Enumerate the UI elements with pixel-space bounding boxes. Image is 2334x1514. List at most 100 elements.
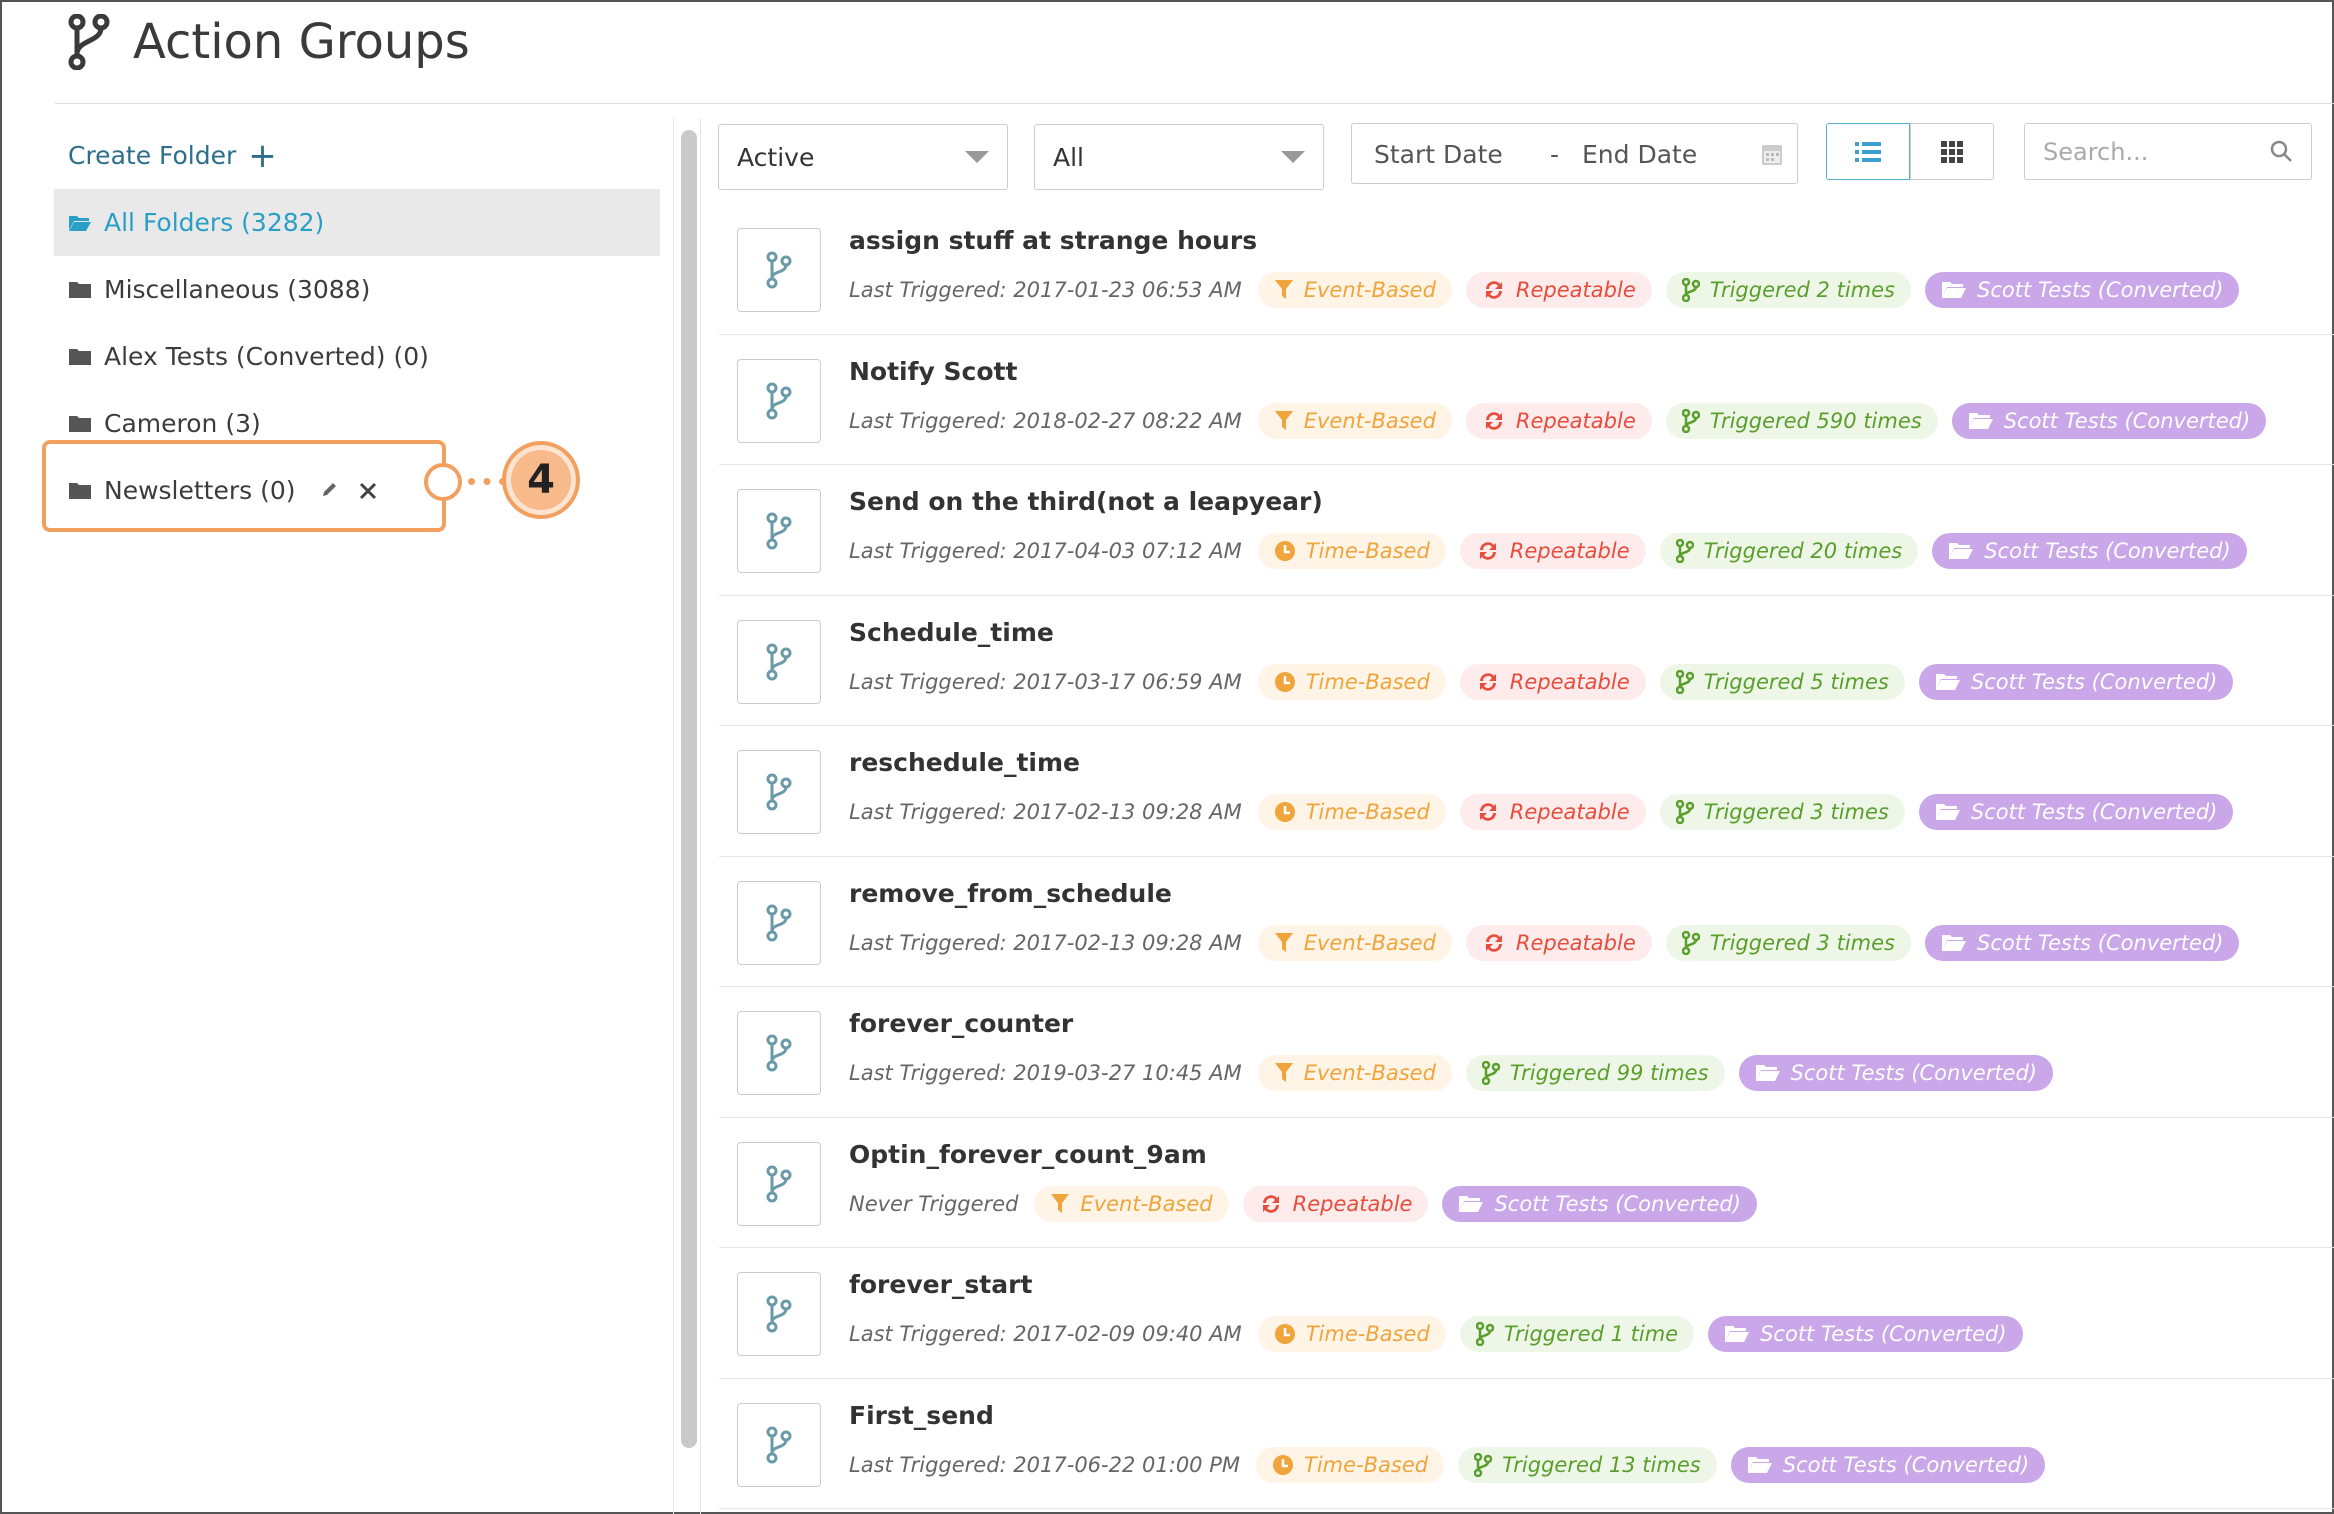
action-group-row[interactable]: assign stuff at strange hours Last Trigg… bbox=[719, 204, 2334, 335]
action-group-meta: Never Triggered Event-Based Repeatable Scot… bbox=[849, 1185, 1757, 1222]
repeat-icon bbox=[1476, 540, 1500, 562]
start-date-field[interactable]: Start Date bbox=[1374, 140, 1503, 169]
type-select[interactable]: All bbox=[1034, 124, 1324, 190]
action-group-row[interactable]: reschedule_time Last Triggered: 2017-02-… bbox=[719, 726, 2334, 857]
folder-item-alex-tests[interactable]: Alex Tests (Converted) (0) bbox=[54, 323, 660, 390]
folder-open-icon bbox=[1935, 802, 1961, 822]
action-group-icon[interactable] bbox=[737, 1272, 821, 1356]
folder-open-icon bbox=[1935, 672, 1961, 692]
action-group-meta: Last Triggered: 2018-02-27 08:22 AM Event… bbox=[849, 402, 2267, 439]
date-separator: - bbox=[1550, 140, 1560, 169]
action-group-row[interactable]: forever_counter Last Triggered: 2019-03-… bbox=[719, 987, 2334, 1118]
search-icon[interactable] bbox=[2269, 139, 2293, 163]
action-group-icon[interactable] bbox=[737, 489, 821, 573]
action-group-name[interactable]: remove_from_schedule bbox=[849, 879, 1172, 908]
action-group-name[interactable]: Send on the third(not a leapyear) bbox=[849, 487, 1323, 516]
branch-icon bbox=[764, 251, 794, 289]
filter-icon bbox=[1274, 410, 1294, 432]
triggered-count-badge: Triggered 20 times bbox=[1659, 533, 1919, 569]
last-triggered: Last Triggered: 2017-06-22 01:00 PM bbox=[849, 1452, 1240, 1477]
last-triggered: Last Triggered: 2017-02-13 09:28 AM bbox=[849, 800, 1242, 824]
folder-badge[interactable]: Scott Tests (Converted) bbox=[1918, 794, 2234, 830]
clock-icon bbox=[1274, 540, 1296, 562]
filter-icon bbox=[1274, 1062, 1294, 1084]
plus-icon: + bbox=[248, 136, 277, 176]
branch-icon bbox=[764, 1295, 794, 1333]
date-range-picker[interactable]: Start Date - End Date bbox=[1351, 123, 1798, 184]
action-group-name[interactable]: Schedule_time bbox=[849, 618, 1054, 647]
action-group-meta: Last Triggered: 2017-02-13 09:28 AM Time-… bbox=[849, 794, 2234, 830]
end-date-field[interactable]: End Date bbox=[1582, 140, 1697, 169]
action-group-icon[interactable] bbox=[737, 880, 821, 965]
folder-badge[interactable]: Scott Tests (Converted) bbox=[1708, 1316, 2023, 1352]
action-group-name[interactable]: reschedule_time bbox=[849, 748, 1080, 777]
action-group-name[interactable]: assign stuff at strange hours bbox=[849, 226, 1257, 255]
callout-connector bbox=[468, 478, 506, 485]
folder-badge[interactable]: Scott Tests (Converted) bbox=[1738, 1055, 2053, 1091]
repeatable-badge: Repeatable bbox=[1459, 794, 1646, 830]
folder-badge[interactable]: Scott Tests (Converted) bbox=[1932, 533, 2247, 569]
branch-icon bbox=[1681, 278, 1700, 302]
clock-icon bbox=[1274, 1323, 1296, 1345]
action-group-meta: Last Triggered: 2017-03-17 06:59 AM Time-… bbox=[849, 663, 2234, 700]
folder-badge[interactable]: Scott Tests (Converted) bbox=[1924, 272, 2240, 308]
status-select[interactable]: Active bbox=[718, 124, 1008, 190]
folder-open-icon bbox=[1458, 1194, 1484, 1214]
action-group-icon[interactable] bbox=[737, 750, 821, 834]
search-input[interactable] bbox=[2043, 136, 2263, 168]
action-group-icon[interactable] bbox=[737, 619, 821, 704]
action-group-icon[interactable] bbox=[737, 358, 821, 443]
sidebar-scrollbar-thumb[interactable] bbox=[681, 130, 697, 1448]
action-group-icon[interactable] bbox=[737, 228, 821, 312]
folder-item-all[interactable]: All Folders (3282) bbox=[54, 189, 660, 256]
filter-icon bbox=[1274, 279, 1294, 301]
action-group-icon[interactable] bbox=[737, 1141, 821, 1226]
repeatable-badge: Repeatable bbox=[1465, 924, 1652, 961]
list-view-button[interactable] bbox=[1826, 123, 1910, 180]
triggered-count-badge: Triggered 99 times bbox=[1465, 1055, 1725, 1091]
branch-icon bbox=[1475, 1322, 1494, 1346]
create-folder-button[interactable]: Create Folder + bbox=[68, 136, 277, 176]
triggered-count-badge: Triggered 13 times bbox=[1458, 1446, 1717, 1483]
action-group-name[interactable]: Notify Scott bbox=[849, 357, 1017, 386]
folder-badge[interactable]: Scott Tests (Converted) bbox=[1918, 663, 2234, 700]
action-group-icon[interactable] bbox=[737, 1011, 821, 1095]
folder-icon bbox=[69, 348, 91, 365]
action-group-row[interactable]: Notify Scott Last Triggered: 2018-02-27 … bbox=[719, 335, 2334, 465]
action-group-icon[interactable] bbox=[737, 1402, 821, 1487]
action-group-row[interactable]: First_send Last Triggered: 2017-06-22 01… bbox=[719, 1379, 2334, 1509]
folder-label: Miscellaneous (3088) bbox=[104, 275, 371, 304]
clock-icon bbox=[1274, 671, 1296, 693]
action-group-row[interactable]: remove_from_schedule Last Triggered: 201… bbox=[719, 857, 2334, 987]
folder-label: Alex Tests (Converted) (0) bbox=[104, 342, 429, 371]
folder-badge[interactable]: Scott Tests (Converted) bbox=[1924, 924, 2240, 961]
list-icon bbox=[1855, 141, 1881, 162]
page-header: Action Groups bbox=[55, 0, 2334, 104]
triggered-count-badge: Triggered 1 time bbox=[1459, 1316, 1695, 1352]
branch-icon bbox=[764, 382, 794, 420]
action-group-row[interactable]: Send on the third(not a leapyear) Last T… bbox=[719, 465, 2334, 596]
action-group-row[interactable]: Schedule_time Last Triggered: 2017-03-17… bbox=[719, 596, 2334, 726]
repeat-icon bbox=[1476, 671, 1500, 693]
type-badge: Event-Based bbox=[1257, 1055, 1452, 1091]
action-group-name[interactable]: forever_counter bbox=[849, 1009, 1073, 1038]
type-select-value: All bbox=[1053, 142, 1084, 172]
action-group-row[interactable]: forever_start Last Triggered: 2017-02-09… bbox=[719, 1248, 2334, 1379]
type-badge: Event-Based bbox=[1257, 924, 1452, 961]
folder-item-miscellaneous[interactable]: Miscellaneous (3088) bbox=[54, 256, 660, 323]
branch-icon bbox=[1675, 669, 1694, 694]
action-group-name[interactable]: forever_start bbox=[849, 1270, 1032, 1299]
chevron-down-icon bbox=[1281, 151, 1305, 163]
folder-open-icon bbox=[1755, 1063, 1781, 1083]
action-group-row[interactable]: Optin_forever_count_9am Never Triggered E… bbox=[719, 1118, 2334, 1248]
callout-number: 4 bbox=[502, 441, 580, 519]
repeatable-badge: Repeatable bbox=[1459, 663, 1646, 700]
folder-open-icon bbox=[1941, 933, 1967, 953]
folder-badge[interactable]: Scott Tests (Converted) bbox=[1951, 402, 2267, 439]
folder-badge[interactable]: Scott Tests (Converted) bbox=[1730, 1446, 2046, 1483]
action-group-name[interactable]: Optin_forever_count_9am bbox=[849, 1140, 1207, 1169]
grid-view-button[interactable] bbox=[1910, 123, 1994, 180]
folder-badge[interactable]: Scott Tests (Converted) bbox=[1442, 1185, 1757, 1222]
action-group-name[interactable]: First_send bbox=[849, 1401, 994, 1430]
action-group-meta: Last Triggered: 2019-03-27 10:45 AM Event… bbox=[849, 1055, 2053, 1091]
